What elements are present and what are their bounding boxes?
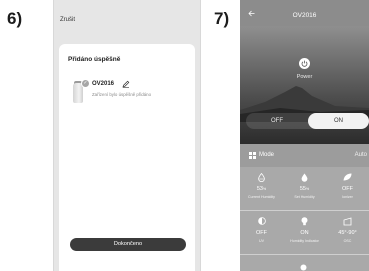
tile-humidity-indicator[interactable]: ON Humidity Indicator [283,211,326,254]
set-humidity-value: 55% [299,186,310,192]
bulb-icon [301,217,308,226]
edit-pencil-icon[interactable] [122,80,130,88]
device-name: OV2016 [92,81,115,87]
screen-device-added: Zrušit Přidáno úspěšně ✓ OV2016 Zařízení… [53,0,201,271]
humidity-indicator-label: Humidity Indicator [290,239,319,243]
mode-row[interactable]: Mode Auto [240,144,369,167]
cancel-link[interactable]: Zrušit [60,17,75,23]
tile-set-humidity[interactable]: 55% Set Humidity [283,167,326,210]
tile-oscillation[interactable]: 45°-90° OSC [326,211,369,254]
status-row-2: OFF UV ON Humidity Indicator 45°-90° OSC [240,211,369,254]
leaf-icon [343,173,352,181]
mode-label: Mode [259,152,275,158]
humidity-indicator-value: ON [300,230,309,236]
on-option[interactable]: ON [308,113,369,129]
uv-label: UV [259,239,264,243]
power-toggle: OFF ON [246,113,369,129]
set-humidity-label: Set Humidity [294,195,315,199]
current-humidity-value: 53% [256,186,267,192]
off-option[interactable]: OFF [246,113,308,129]
timer-icon [300,264,307,271]
power-label: Power [296,74,313,80]
device-added-message: Zařízení bylo úspěšně přidáno [92,92,152,97]
check-badge-icon: ✓ [81,79,90,88]
mode-value: Auto [354,152,367,158]
droplet-icon [301,173,308,182]
step-number-7: 7) [214,9,230,28]
current-humidity-label: Current Humidity [248,195,275,199]
status-row-3 [240,255,369,271]
humidifier-device-icon: ✓ [71,79,90,106]
tile-ionizer[interactable]: OFF Ionizer [326,167,369,210]
oscillation-icon [343,217,352,226]
step-number-6: 6) [7,9,23,28]
done-button[interactable]: Dokončeno [70,238,186,251]
droplet-outline-icon [258,173,265,182]
header-bar: OV2016 [240,0,369,26]
screen-device-control: OV2016 Power OFF ON Mode Auto 53% Curren… [240,0,369,271]
power-icon [301,60,308,67]
status-row-1: 53% Current Humidity 55% Set Humidity OF… [240,167,369,210]
half-circle-icon [258,217,266,225]
ionizer-value: OFF [342,186,353,192]
tile-current-humidity: 53% Current Humidity [240,167,283,210]
power-button[interactable] [299,58,310,69]
grid-icon [249,152,256,159]
ionizer-label: Ionizer [342,195,353,199]
success-card: Přidáno úspěšně ✓ OV2016 Zařízení bylo ú… [59,44,195,271]
oscillation-value: 45°-90° [338,230,357,236]
oscillation-label: OSC [343,239,352,243]
uv-value: OFF [256,230,267,236]
power-panel: Power OFF ON [240,26,369,144]
page-title: OV2016 [292,12,317,19]
success-title: Přidáno úspěšně [68,56,121,63]
tile-uv[interactable]: OFF UV [240,211,283,254]
